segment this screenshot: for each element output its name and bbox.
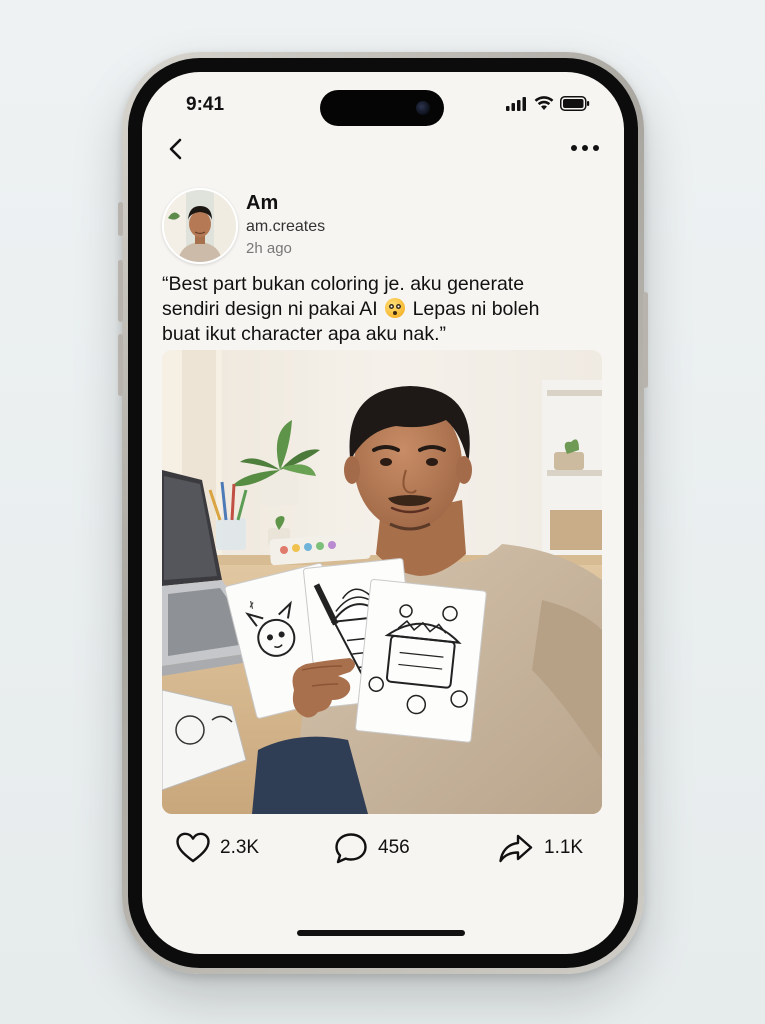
signal-icon <box>506 96 526 111</box>
wifi-icon <box>534 96 554 110</box>
avatar-image <box>164 190 236 262</box>
like-count: 2.3K <box>220 837 260 858</box>
comment-button[interactable]: 456 <box>334 832 410 864</box>
like-button[interactable]: 2.3K <box>176 832 259 864</box>
battery-icon <box>560 96 590 111</box>
chevron-left-icon[interactable] <box>162 134 192 164</box>
flushed-face-emoji-icon <box>385 298 406 318</box>
post-photo[interactable] <box>162 350 602 814</box>
front-camera <box>416 101 430 115</box>
share-count: 1.1K <box>544 837 584 858</box>
author-name[interactable]: Am <box>246 192 278 215</box>
power-button <box>643 292 648 388</box>
volume-up-button <box>118 260 123 322</box>
caption-line: “Best part bukan coloring je. aku genera… <box>162 273 525 295</box>
share-arrow-icon <box>499 834 533 863</box>
author-handle[interactable]: am.creates <box>246 218 325 236</box>
post-actions: 2.3K 456 1.1K <box>162 832 602 872</box>
photo-illustration <box>162 350 602 814</box>
action-button <box>118 202 123 236</box>
phone-bezel: 9:41 Am am.creates 2h ago “Best part buk… <box>128 58 638 968</box>
comment-bubble-icon <box>335 833 367 864</box>
more-horizontal-icon[interactable] <box>568 138 602 158</box>
caption-line: sendiri design ni pakai AI Lepas ni bole… <box>162 297 582 322</box>
dynamic-island <box>320 90 444 126</box>
post-timestamp: 2h ago <box>246 240 292 257</box>
caption-line: buat ikut character apa aku nak.” <box>162 323 446 345</box>
comment-count: 456 <box>378 837 410 858</box>
phone-screen: 9:41 Am am.creates 2h ago “Best part buk… <box>142 72 624 954</box>
volume-down-button <box>118 334 123 396</box>
phone-frame: 9:41 Am am.creates 2h ago “Best part buk… <box>118 52 648 974</box>
caption-text: Lepas ni boleh <box>412 298 540 320</box>
status-time: 9:41 <box>186 94 225 115</box>
author-avatar[interactable] <box>162 188 238 264</box>
share-button[interactable]: 1.1K <box>498 832 583 864</box>
home-indicator[interactable] <box>297 930 465 936</box>
status-icons <box>506 96 590 111</box>
heart-icon <box>176 832 210 863</box>
caption-text: sendiri design ni pakai AI <box>162 298 378 320</box>
post-caption: “Best part bukan coloring je. aku genera… <box>162 272 582 347</box>
